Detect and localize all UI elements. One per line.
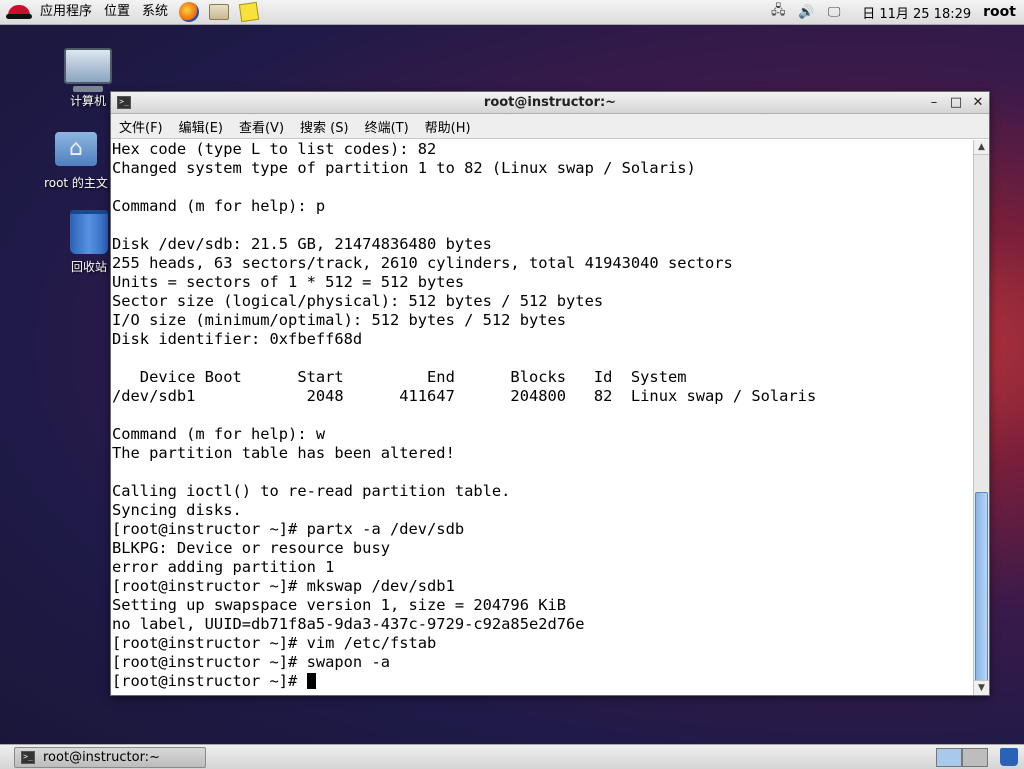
menu-help[interactable]: 帮助(H) [417, 117, 479, 136]
terminal-prompt-line[interactable]: [root@instructor ~]# [112, 672, 973, 691]
bottom-panel: >_ root@instructor:~ [0, 744, 1024, 769]
volume-icon[interactable]: 🔊 [796, 3, 816, 21]
terminal-line: [root@instructor ~]# vim /etc/fstab [112, 634, 437, 652]
workspace-1[interactable] [936, 748, 962, 767]
close-button[interactable]: ✕ [967, 95, 989, 110]
terminal-line: Sector size (logical/physical): 512 byte… [112, 292, 604, 310]
terminal-line: Hex code (type L to list codes): 82 [112, 140, 437, 158]
terminal-line: [root@instructor ~]# swapon -a [112, 653, 390, 671]
scroll-up-icon[interactable]: ▲ [974, 140, 989, 155]
terminal-line: Device Boot Start End Blocks Id System [112, 368, 687, 386]
applications-menu[interactable]: 应用程序 [34, 0, 98, 24]
window-titlebar[interactable]: >_ root@instructor:~ – □ ✕ [111, 92, 989, 114]
workspace-2[interactable] [962, 748, 988, 767]
terminal-line: [root@instructor ~]# partx -a /dev/sdb [112, 520, 465, 538]
network-tray-icon[interactable]: 🖧 [768, 3, 788, 21]
terminal-prompt: [root@instructor ~]# [112, 672, 307, 690]
terminal-line: The partition table has been altered! [112, 444, 455, 462]
terminal-line: BLKPG: Device or resource busy [112, 539, 390, 557]
taskbar-item-terminal[interactable]: >_ root@instructor:~ [14, 747, 206, 768]
terminal-output[interactable]: Hex code (type L to list codes): 82 Chang… [111, 140, 973, 695]
desktop-icon-trash[interactable]: 回收站 [66, 210, 112, 275]
taskbar-item-label: root@instructor:~ [43, 750, 160, 765]
terminal-window: >_ root@instructor:~ – □ ✕ 文件(F) 编辑(E) 查… [110, 91, 990, 696]
desktop-icon-label: 计算机 [69, 94, 106, 108]
system-menu[interactable]: 系统 [136, 0, 174, 24]
menu-terminal[interactable]: 终端(T) [357, 117, 417, 136]
menu-edit[interactable]: 编辑(E) [171, 117, 231, 136]
terminal-line: [root@instructor ~]# mkswap /dev/sdb1 [112, 577, 455, 595]
vertical-scrollbar[interactable]: ▲ ▼ [973, 140, 989, 695]
terminal-line: no label, UUID=db71f8a5-9da3-437c-9729-c… [112, 615, 585, 633]
minimize-button[interactable]: – [923, 95, 945, 110]
menu-view[interactable]: 查看(V) [231, 117, 292, 136]
trash-applet-icon[interactable] [1000, 748, 1018, 766]
terminal-line: Setting up swapspace version 1, size = 2… [112, 596, 567, 614]
desktop-icon-label: 回收站 [70, 260, 107, 274]
terminal-line: 255 heads, 63 sectors/track, 2610 cylind… [112, 254, 733, 272]
system-tray: 🖧 🔊 🖵 日 11月 25 18:29 root [764, 3, 1024, 22]
redhat-logo-icon[interactable] [4, 1, 34, 23]
terminal-line: Disk /dev/sdb: 21.5 GB, 21474836480 byte… [112, 235, 492, 253]
terminal-icon: >_ [21, 751, 35, 764]
mail-icon [209, 4, 230, 20]
terminal-line: Command (m for help): p [112, 197, 326, 215]
mail-launcher[interactable] [208, 2, 230, 22]
computer-icon [64, 48, 112, 84]
terminal-line: Changed system type of partition 1 to 82… [112, 159, 696, 177]
home-folder-icon [55, 132, 97, 166]
scrollbar-thumb[interactable] [975, 492, 988, 682]
firefox-icon [179, 2, 200, 22]
menu-search[interactable]: 搜索 (S) [292, 117, 357, 136]
terminal-line: /dev/sdb1 2048 411647 204800 82 Linux sw… [112, 387, 817, 405]
user-menu[interactable]: root [983, 4, 1024, 20]
terminal-line: Syncing disks. [112, 501, 242, 519]
notes-icon [238, 1, 260, 23]
clock[interactable]: 日 11月 25 18:29 [848, 3, 983, 22]
firefox-launcher[interactable] [178, 2, 200, 22]
desktop-icon-computer[interactable]: 计算机 [64, 48, 112, 109]
maximize-button[interactable]: □ [945, 95, 967, 110]
places-menu[interactable]: 位置 [98, 0, 136, 24]
terminal-cursor [306, 673, 316, 689]
trash-icon [70, 210, 108, 254]
terminal-line: I/O size (minimum/optimal): 512 bytes / … [112, 311, 567, 329]
top-panel: 应用程序 位置 系统 🖧 🔊 🖵 日 11月 25 18:29 root [0, 0, 1024, 25]
menu-file[interactable]: 文件(F) [111, 117, 171, 136]
terminal-line: Calling ioctl() to re-read partition tab… [112, 482, 511, 500]
scroll-down-icon[interactable]: ▼ [974, 680, 989, 695]
desktop-icon-home[interactable]: root 的主文 [40, 132, 112, 191]
notes-launcher[interactable] [238, 1, 260, 23]
window-title: root@instructor:~ [483, 95, 617, 110]
terminal-line: Command (m for help): w [112, 425, 326, 443]
display-tray-icon[interactable]: 🖵 [824, 3, 844, 21]
terminal-line: error adding partition 1 [112, 558, 335, 576]
desktop-icon-label: root 的主文 [44, 176, 108, 190]
terminal-line: Units = sectors of 1 * 512 = 512 bytes [112, 273, 465, 291]
window-menubar: 文件(F) 编辑(E) 查看(V) 搜索 (S) 终端(T) 帮助(H) [111, 114, 989, 139]
terminal-line: Disk identifier: 0xfbeff68d [112, 330, 363, 348]
